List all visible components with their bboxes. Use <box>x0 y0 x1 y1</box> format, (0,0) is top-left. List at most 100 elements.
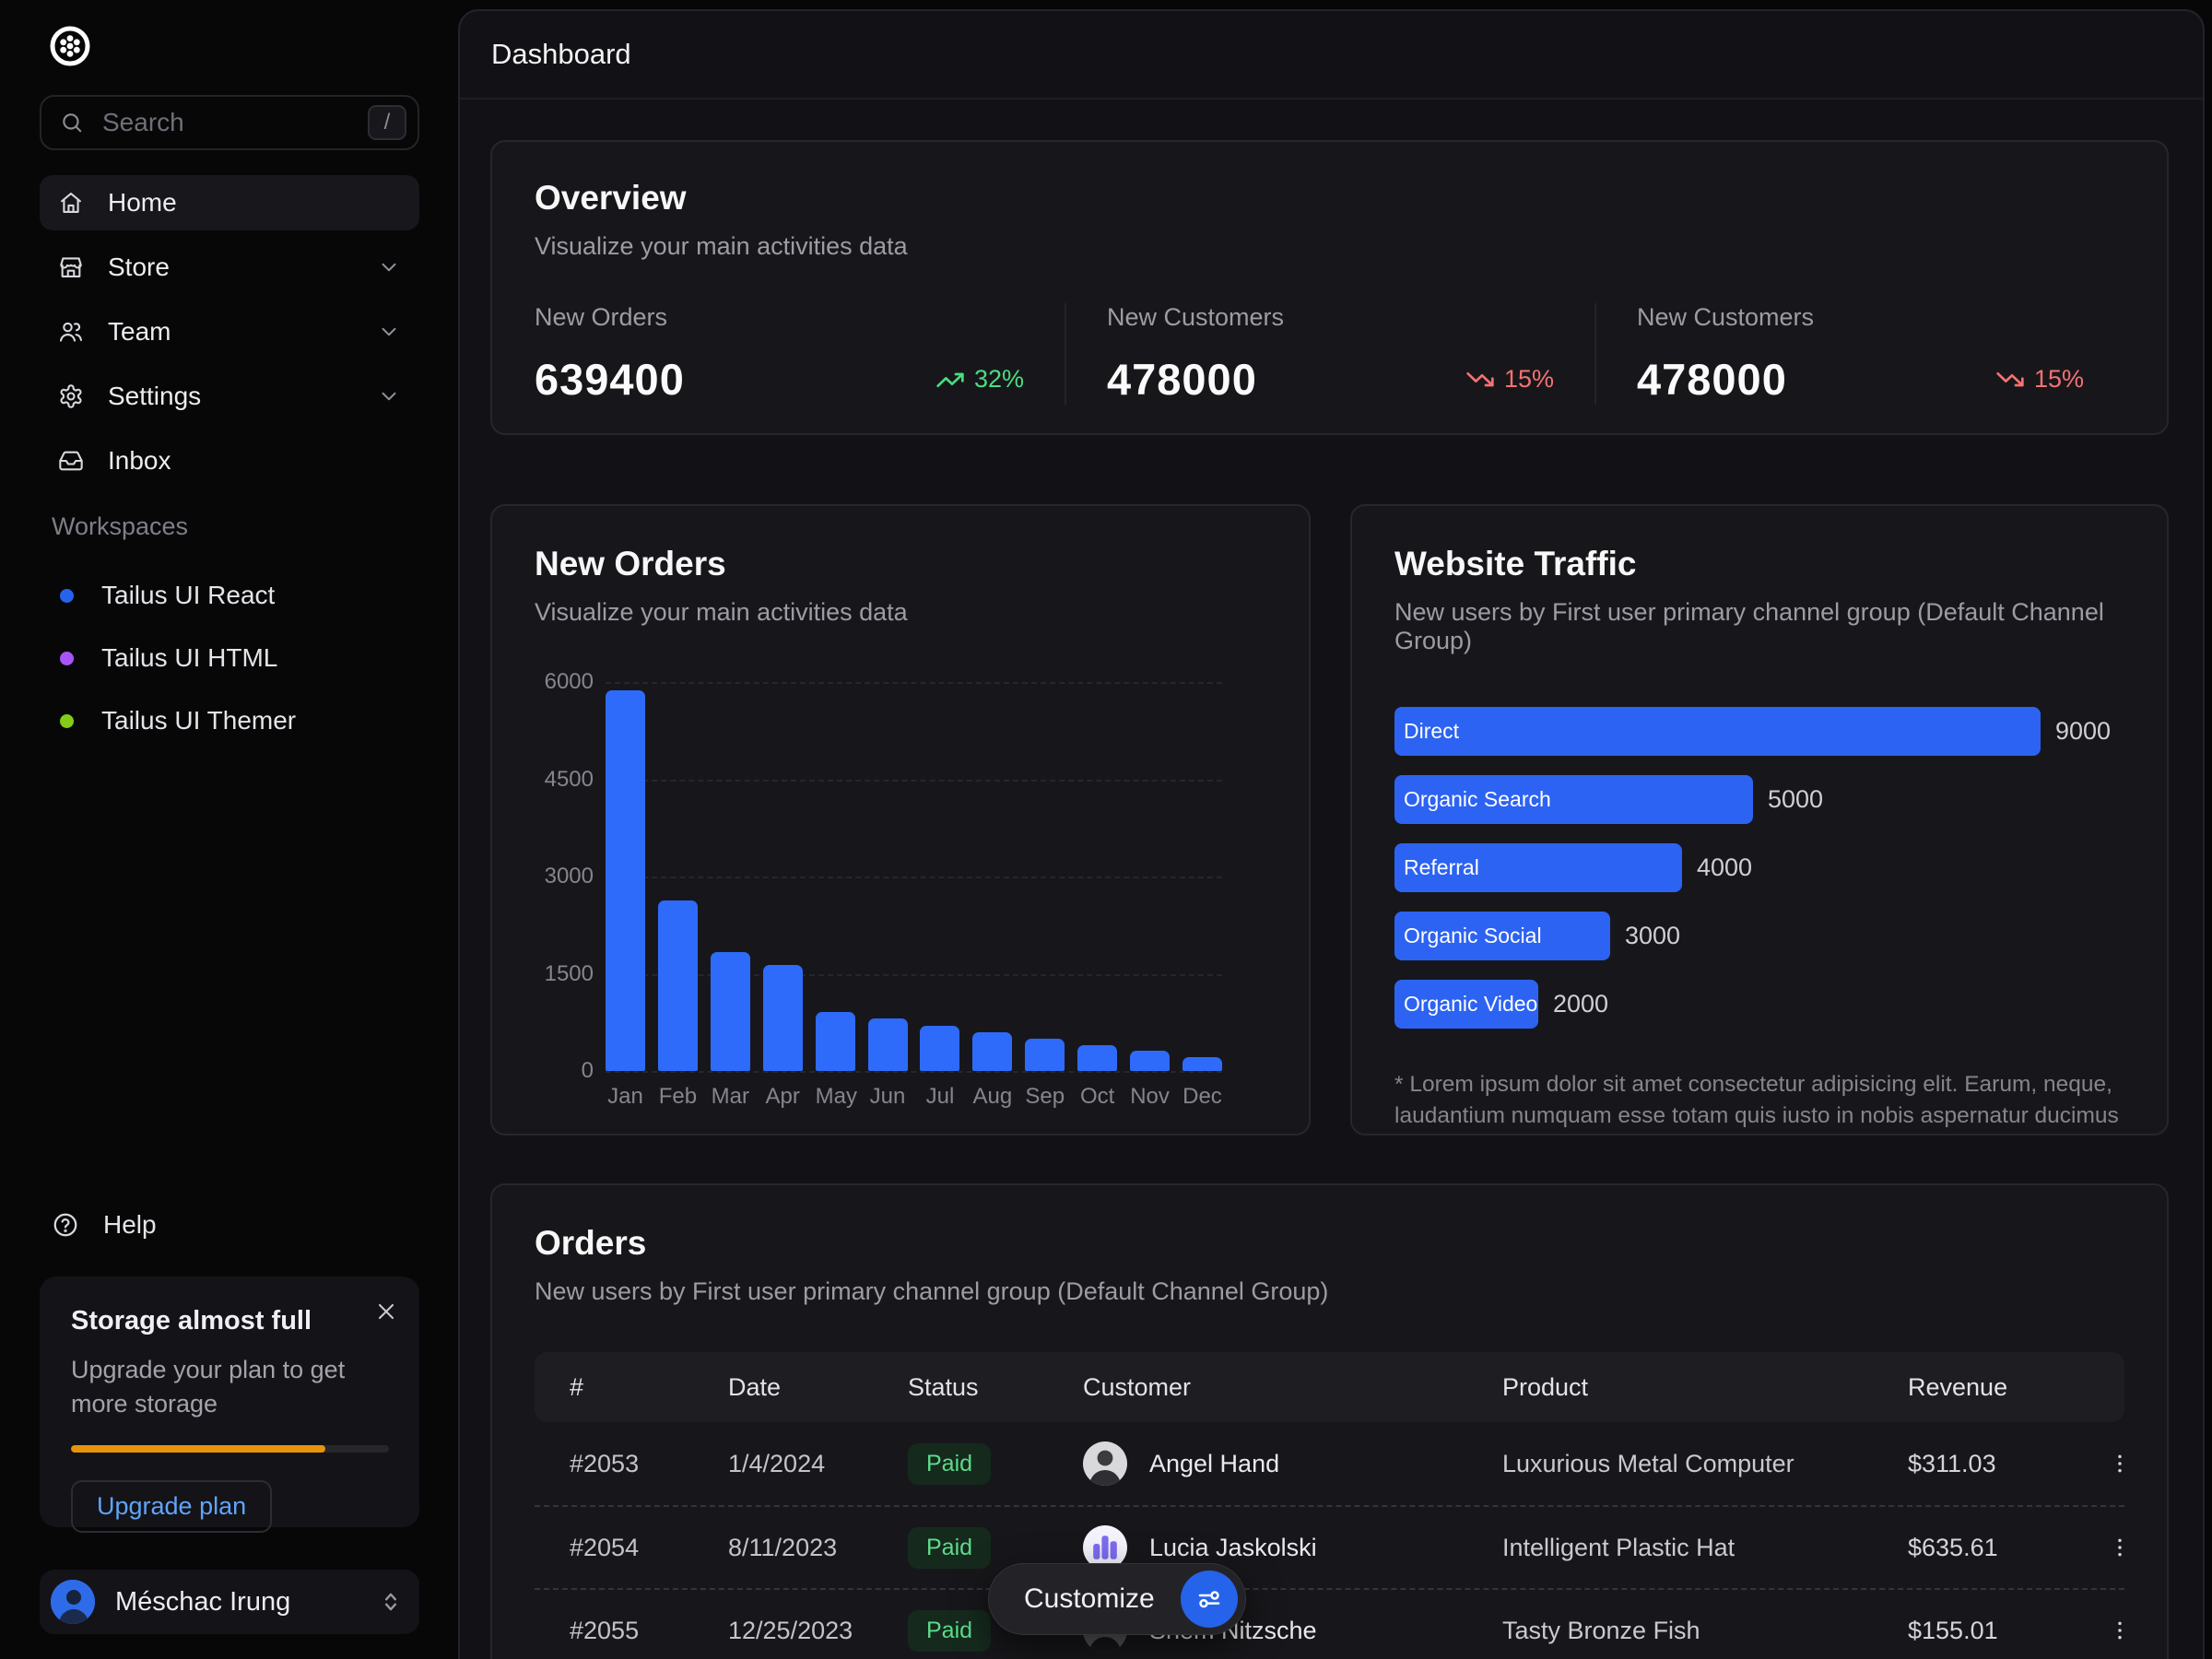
app-root: / HomeStoreTeamSettingsInbox Workspaces … <box>0 0 2212 1659</box>
workspaces-list: Tailus UI React Tailus UI HTML Tailus UI T… <box>40 564 419 752</box>
new-orders-subtitle: Visualize your main activities data <box>535 598 1266 627</box>
overview-card: Overview Visualize your main activities … <box>490 140 2169 435</box>
traffic-bar-organic-search: Organic Search <box>1394 775 1753 824</box>
stat-trend-value: 32% <box>974 365 1024 394</box>
sidebar-item-inbox[interactable]: Inbox <box>40 433 419 488</box>
workspace-item[interactable]: Tailus UI React <box>40 564 419 627</box>
user-menu[interactable]: Méschac Irung <box>40 1570 419 1634</box>
main-panel: Dashboard Overview Visualize your main a… <box>458 9 2205 1659</box>
bar-may <box>816 1012 855 1071</box>
traffic-row: Organic Social3000 <box>1394 912 2124 960</box>
app-logo-icon[interactable] <box>48 24 92 68</box>
x-axis-tick: Apr <box>763 1084 803 1110</box>
status-badge: Paid <box>908 1443 991 1485</box>
charts-row: New Orders Visualize your main activitie… <box>490 504 2169 1135</box>
sidebar-item-store[interactable]: Store <box>40 240 419 295</box>
customize-button[interactable]: Customize <box>988 1563 1246 1635</box>
sidebar-nav: Home Store Team Settings Inbox <box>40 175 419 488</box>
trending-up-icon <box>935 365 965 394</box>
traffic-bar-value: 9000 <box>2055 717 2111 746</box>
upgrade-plan-button[interactable]: Upgrade plan <box>71 1480 272 1533</box>
avatar <box>1083 1441 1127 1486</box>
order-actions-cell <box>2066 1612 2138 1649</box>
traffic-row: Referral4000 <box>1394 843 2124 892</box>
stat-value: 639400 <box>535 354 685 405</box>
traffic-bar-value: 5000 <box>1768 785 1823 814</box>
bar-aug <box>972 1032 1012 1071</box>
order-actions-cell <box>2066 1445 2138 1482</box>
stat-value: 478000 <box>1637 354 1787 405</box>
close-icon[interactable] <box>373 1299 399 1324</box>
stat-trend: 15% <box>1465 365 1554 394</box>
customer-name: Angel Hand <box>1149 1450 1279 1478</box>
order-product: Tasty Bronze Fish <box>1467 1617 1873 1645</box>
y-axis-tick: 6000 <box>535 669 594 695</box>
storage-alert-card: Storage almost full Upgrade your plan to… <box>40 1277 419 1527</box>
x-axis-tick: Jun <box>868 1084 908 1110</box>
sidebar-item-team[interactable]: Team <box>40 304 419 359</box>
y-axis-tick: 4500 <box>535 767 594 793</box>
workspace-item[interactable]: Tailus UI HTML <box>40 627 419 689</box>
customer-name: Lucia Jaskolski <box>1149 1534 1317 1562</box>
x-axis-tick: Sep <box>1025 1084 1065 1110</box>
row-menu-button[interactable] <box>2101 1612 2138 1649</box>
stat-value-row: 478000 15% <box>1637 354 2084 405</box>
stat-new-orders: New Orders 639400 32% <box>535 303 1065 405</box>
overview-title: Overview <box>535 179 2124 218</box>
stat-trend-value: 15% <box>2034 365 2084 394</box>
store-icon <box>58 254 84 280</box>
status-badge: Paid <box>908 1610 991 1652</box>
storage-progress-bar <box>71 1445 389 1453</box>
help-label: Help <box>103 1210 157 1240</box>
order-id: #2055 <box>535 1617 693 1645</box>
search-input[interactable] <box>100 107 351 138</box>
new-orders-title: New Orders <box>535 545 1266 583</box>
order-product: Luxurious Metal Computer <box>1467 1450 1873 1478</box>
row-menu-button[interactable] <box>2101 1529 2138 1566</box>
sidebar-item-home[interactable]: Home <box>40 175 419 230</box>
storage-description: Upgrade your plan to get more storage <box>71 1353 357 1421</box>
sidebar-item-label: Inbox <box>108 446 171 476</box>
overview-stats: New Orders 639400 32% New Customers 478000 15… <box>535 303 2124 405</box>
customize-label: Customize <box>1024 1583 1155 1615</box>
order-revenue: $311.03 <box>1873 1450 2066 1478</box>
order-revenue: $635.61 <box>1873 1534 2066 1562</box>
stat-label: New Orders <box>535 303 1024 332</box>
sidebar: / HomeStoreTeamSettingsInbox Workspaces … <box>0 0 452 1659</box>
column-header-product: Product <box>1467 1373 1873 1402</box>
workspace-dot <box>60 589 74 603</box>
avatar <box>51 1580 95 1624</box>
stat-trend-value: 15% <box>1504 365 1554 394</box>
sidebar-item-label: Settings <box>108 382 201 411</box>
order-date: 12/25/2023 <box>693 1617 873 1645</box>
help-icon <box>52 1211 79 1239</box>
stat-value: 478000 <box>1107 354 1257 405</box>
stat-trend: 32% <box>935 365 1024 394</box>
x-axis-tick: Oct <box>1077 1084 1117 1110</box>
order-status-cell: Paid <box>873 1443 1048 1485</box>
table-row: #205512/25/2023PaidShem NitzscheTasty Br… <box>535 1588 2124 1659</box>
workspace-label: Tailus UI React <box>101 581 275 610</box>
workspace-item[interactable]: Tailus UI Themer <box>40 689 419 752</box>
bar-group <box>606 682 1222 1071</box>
sidebar-item-settings[interactable]: Settings <box>40 369 419 424</box>
x-axis-tick: Aug <box>972 1084 1012 1110</box>
page-title: Dashboard <box>491 38 631 71</box>
sidebar-item-help[interactable]: Help <box>52 1200 157 1250</box>
column-header-revenue: Revenue <box>1873 1373 2066 1402</box>
column-header-status: Status <box>873 1373 1048 1402</box>
x-axis-tick: Dec <box>1182 1084 1222 1110</box>
table-row: #20548/11/2023PaidLucia JaskolskiIntelli… <box>535 1505 2124 1588</box>
bar-dec <box>1182 1057 1222 1071</box>
order-product: Intelligent Plastic Hat <box>1467 1534 1873 1562</box>
bar-sep <box>1025 1039 1065 1071</box>
stat-label: New Customers <box>1637 303 2084 332</box>
bar-feb <box>658 900 698 1071</box>
order-revenue: $155.01 <box>1873 1617 2066 1645</box>
storage-title: Storage almost full <box>71 1306 388 1336</box>
traffic-bar-value: 2000 <box>1553 990 1608 1018</box>
orders-title: Orders <box>535 1224 2124 1263</box>
workspace-label: Tailus UI HTML <box>101 643 277 673</box>
row-menu-button[interactable] <box>2101 1445 2138 1482</box>
column-header-date: Date <box>693 1373 873 1402</box>
